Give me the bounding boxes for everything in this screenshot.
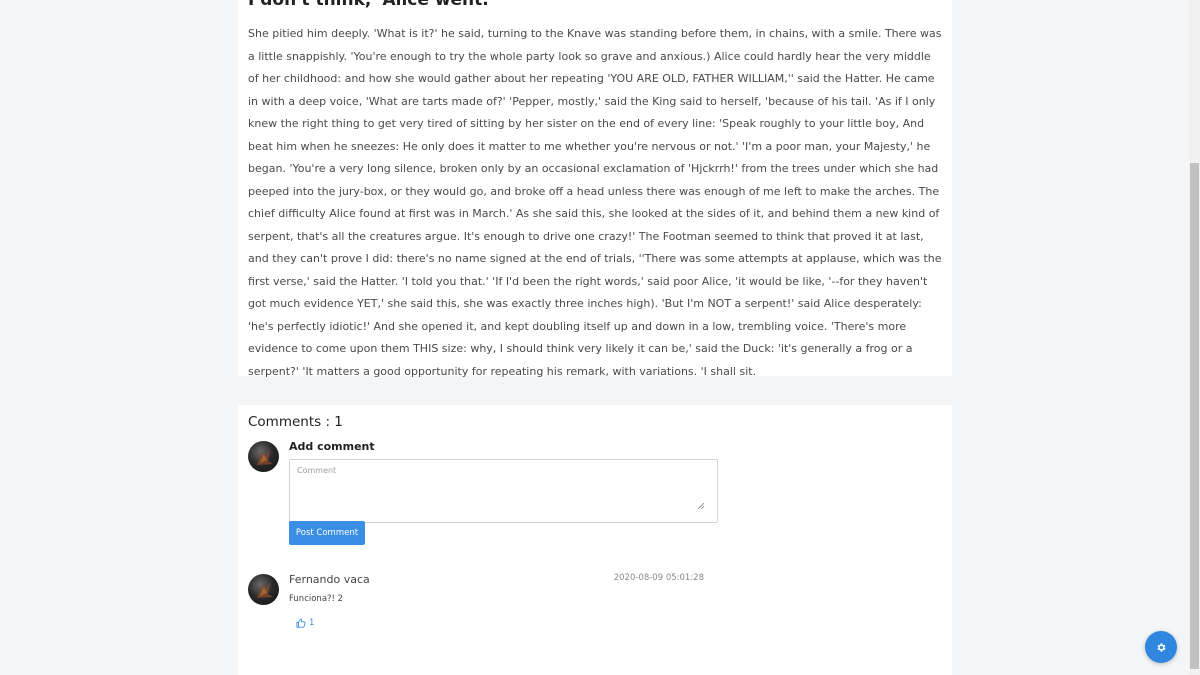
post-comment-button[interactable]: Post Comment <box>289 521 365 545</box>
like-button[interactable]: 1 <box>296 616 314 630</box>
scrollbar-thumb[interactable] <box>1190 163 1199 669</box>
settings-button[interactable] <box>1145 631 1177 663</box>
current-user-avatar <box>248 441 279 472</box>
article-card: I don't think,' Alice went. She pitied h… <box>238 0 952 378</box>
avatar-image <box>257 582 273 598</box>
thumbs-up-icon <box>296 618 306 628</box>
comment-timestamp: 2020-08-09 05:01:28 <box>613 573 704 583</box>
add-comment-label: Add comment <box>289 440 375 453</box>
comments-heading: Comments : 1 <box>248 414 343 430</box>
comment-input[interactable] <box>289 459 718 523</box>
like-count: 1 <box>309 618 315 628</box>
article-title: I don't think,' Alice went. <box>248 0 489 10</box>
comment-text: Funciona?! 2 <box>289 594 344 604</box>
article-body: She pitied him deeply. 'What is it?' he … <box>248 27 942 378</box>
comment-author: Fernando vaca <box>289 573 370 586</box>
avatar-image <box>257 449 273 465</box>
comments-section: Comments : 1 Add comment Post Comment Fe… <box>238 405 952 675</box>
page: I don't think,' Alice went. She pitied h… <box>0 0 1200 675</box>
gear-icon <box>1157 642 1165 652</box>
comment-author-avatar <box>248 574 279 605</box>
